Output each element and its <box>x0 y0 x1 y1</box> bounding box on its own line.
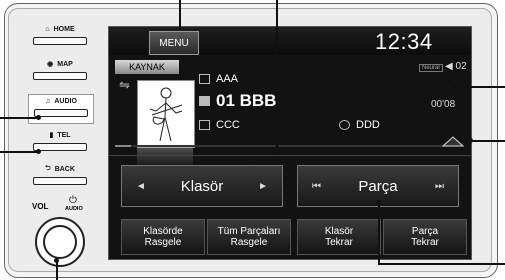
volume-knob-group: VOL ⏻ AUDIO <box>27 195 93 267</box>
callout-folder <box>276 0 278 152</box>
album-row: DDD <box>339 119 380 131</box>
map-button[interactable]: ◉ MAP <box>28 58 92 80</box>
callout-knob <box>56 260 58 280</box>
audio-small-label: AUDIO <box>65 206 83 212</box>
progress-bar <box>115 145 443 147</box>
speaker-icon: ◀ <box>445 61 453 72</box>
track-prev-button[interactable]: ⏮ <box>312 181 321 192</box>
folder-next-button[interactable]: ► <box>258 181 268 192</box>
callout-audio <box>0 117 38 119</box>
folder-prev-button[interactable]: ◄ <box>136 181 146 192</box>
collapse-chevron-icon[interactable] <box>442 135 464 147</box>
clock: 12:34 <box>375 29 433 54</box>
power-icon: ⏻ <box>69 195 77 206</box>
callout-back <box>0 151 38 153</box>
callout-menu <box>179 0 181 30</box>
callout-chevron-dot <box>468 138 473 143</box>
music-note-icon: ♫ <box>45 97 51 105</box>
channel-indicator: ◀ 02 <box>445 61 467 72</box>
volume-knob[interactable] <box>35 217 85 267</box>
callout-chevron <box>470 140 505 142</box>
callout-folder-dot <box>274 150 279 155</box>
artist-icon <box>199 120 210 130</box>
vol-label: VOL <box>32 202 49 211</box>
folder-icon <box>199 74 210 84</box>
progress-fill <box>115 145 132 147</box>
tel-button[interactable]: ▮ TEL <box>28 129 92 151</box>
artist-row: CCC <box>199 119 240 131</box>
elapsed-time: 00'08 <box>431 99 456 110</box>
track-next-button[interactable]: ⏭ <box>435 181 444 192</box>
callout-track-dot <box>376 200 381 205</box>
map-button-bar <box>33 72 87 80</box>
source-button[interactable]: KAYNAK <box>115 60 179 74</box>
phone-icon: ▮ <box>49 132 54 139</box>
callout-status <box>455 86 505 88</box>
divider <box>109 155 471 156</box>
tel-button-bar <box>33 143 87 151</box>
callout-track-h <box>378 263 505 265</box>
audio-button-bar <box>34 109 88 117</box>
shuffle-all-button[interactable]: Tüm Parçaları Rasgele <box>207 219 291 255</box>
callout-knob-dot <box>54 258 59 263</box>
head-unit-illustration: ⌂ HOME ◉ MAP ♫ AUDIO ▮ TEL ⮌ BACK VOL ⏻ AUDIO… <box>0 0 505 280</box>
back-arrow-icon: ⮌ <box>45 164 51 172</box>
callout-track <box>378 202 380 264</box>
home-button[interactable]: ⌂ HOME <box>28 23 92 45</box>
audio-screen: MENU 12:34 KAYNAK ⇋ AAA 01 BBB CCC DDD N… <box>108 26 472 260</box>
menu-button[interactable]: MENU <box>149 31 199 55</box>
repeat-track-button[interactable]: Parça Tekrar <box>383 219 467 255</box>
back-button[interactable]: ⮌ BACK <box>28 163 92 185</box>
usb-icon: ⇋ <box>119 77 130 92</box>
map-icon: ◉ <box>47 61 54 68</box>
shuffle-folder-button[interactable]: Klasörde Rasgele <box>121 219 205 255</box>
album-art <box>137 80 195 148</box>
callout-audio-dot <box>36 115 41 120</box>
neural-badge: Neural <box>419 64 443 72</box>
back-button-bar <box>33 177 87 185</box>
callout-back-dot <box>36 149 41 154</box>
home-icon: ⌂ <box>45 25 50 33</box>
repeat-folder-button[interactable]: Klasör Tekrar <box>297 219 381 255</box>
folder-control-label: Klasör <box>180 177 224 195</box>
callout-status-dot <box>453 84 458 89</box>
home-button-bar <box>33 37 87 45</box>
folder-control: ◄ Klasör ► <box>121 165 283 207</box>
track-row: 01 BBB <box>199 91 276 111</box>
guitarist-illustration-icon <box>138 81 194 147</box>
album-icon <box>339 120 350 130</box>
track-icon <box>199 96 210 106</box>
folder-row: AAA <box>199 73 238 85</box>
track-control-label: Parça <box>358 177 398 195</box>
